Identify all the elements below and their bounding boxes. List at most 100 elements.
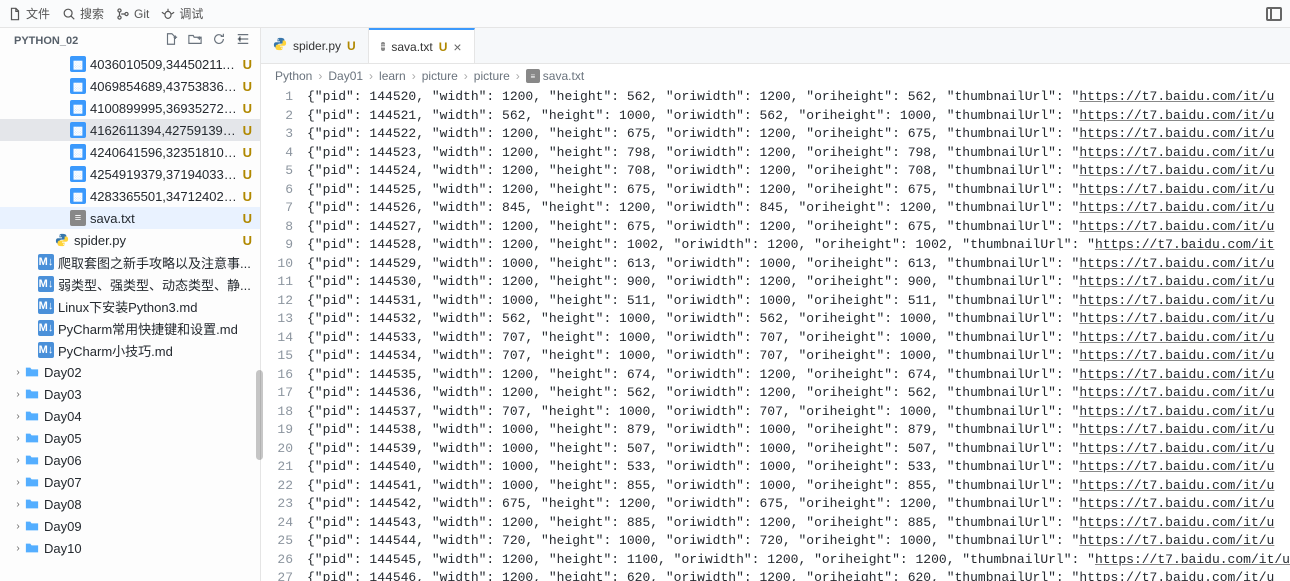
line-number: 9 bbox=[261, 236, 293, 255]
file-item[interactable]: M↓PyCharm常用快捷键和设置.md bbox=[0, 317, 260, 339]
git-menu[interactable]: Git bbox=[116, 7, 149, 21]
files-menu[interactable]: 文件 bbox=[8, 5, 50, 22]
url-text: https://t7.baidu.com/it/u bbox=[1079, 219, 1274, 234]
code-line: {"pid": 144528, "width": 1200, "height":… bbox=[307, 236, 1290, 255]
tab-label: sava.txt bbox=[391, 40, 432, 54]
sidebar: PYTHON_02 ▩4036010509,3445021118...U▩406… bbox=[0, 28, 261, 581]
url-text: https://t7.baidu.com/it/u bbox=[1079, 126, 1274, 141]
search-icon bbox=[62, 7, 76, 21]
url-text: https://t7.baidu.com/it/u bbox=[1079, 293, 1274, 308]
image-icon: ▩ bbox=[70, 144, 86, 160]
folder-item[interactable]: ›Day08 bbox=[0, 493, 260, 515]
code-line: {"pid": 144532, "width": 562, "height": … bbox=[307, 310, 1290, 329]
file-item[interactable]: M↓PyCharm小技巧.md bbox=[0, 339, 260, 361]
search-menu[interactable]: 搜索 bbox=[62, 5, 104, 22]
breadcrumb-separator: › bbox=[412, 69, 416, 83]
new-file-icon[interactable] bbox=[164, 32, 178, 49]
breadcrumb-item[interactable]: picture bbox=[474, 69, 510, 83]
code-line: {"pid": 144538, "width": 1000, "height":… bbox=[307, 421, 1290, 440]
line-number: 19 bbox=[261, 421, 293, 440]
file-item[interactable]: M↓Linux下安装Python3.md bbox=[0, 295, 260, 317]
text-file-icon: ≡ bbox=[526, 69, 540, 83]
line-number: 7 bbox=[261, 199, 293, 218]
file-item[interactable]: M↓爬取套图之新手攻略以及注意事... bbox=[0, 251, 260, 273]
code-line: {"pid": 144533, "width": 707, "height": … bbox=[307, 329, 1290, 348]
folder-item[interactable]: ›Day05 bbox=[0, 427, 260, 449]
code-line: {"pid": 144540, "width": 1000, "height":… bbox=[307, 458, 1290, 477]
file-item[interactable]: ≡ sava.txtU bbox=[0, 207, 260, 229]
file-item[interactable]: spider.pyU bbox=[0, 229, 260, 251]
python-icon bbox=[273, 37, 287, 54]
debug-menu[interactable]: 调试 bbox=[161, 5, 203, 22]
line-number: 18 bbox=[261, 403, 293, 422]
file-item[interactable]: M↓弱类型、强类型、动态类型、静... bbox=[0, 273, 260, 295]
editor-tabs: spider.pyU≡sava.txtU× bbox=[261, 28, 1290, 64]
breadcrumb-item[interactable]: Day01 bbox=[328, 69, 363, 83]
chevron-icon: › bbox=[12, 367, 24, 378]
url-text: https://t7.baidu.com/it/u bbox=[1079, 256, 1274, 271]
sidebar-scrollbar-thumb[interactable] bbox=[256, 370, 263, 460]
breadcrumb-item[interactable]: ≡sava.txt bbox=[526, 69, 584, 84]
code-area[interactable]: 1234567891011121314151617181920212223242… bbox=[261, 88, 1290, 581]
code-line: {"pid": 144545, "width": 1200, "height":… bbox=[307, 551, 1290, 570]
folder-item[interactable]: ›Day09 bbox=[0, 515, 260, 537]
image-icon: ▩ bbox=[70, 188, 86, 204]
folder-item[interactable]: ›Day02 bbox=[0, 361, 260, 383]
chevron-icon: › bbox=[12, 477, 24, 488]
folder-item[interactable]: ›Day07 bbox=[0, 471, 260, 493]
new-folder-icon[interactable] bbox=[188, 32, 202, 49]
file-item[interactable]: ▩4100899995,3693527232...U bbox=[0, 97, 260, 119]
file-item[interactable]: ▩4240641596,3235181048...U bbox=[0, 141, 260, 163]
code-line: {"pid": 144525, "width": 1200, "height":… bbox=[307, 181, 1290, 200]
url-text: https://t7.baidu.com/it/u bbox=[1079, 348, 1274, 363]
breadcrumb-item[interactable]: Python bbox=[275, 69, 312, 83]
code-line: {"pid": 144536, "width": 1200, "height":… bbox=[307, 384, 1290, 403]
editor-tab[interactable]: ≡sava.txtU× bbox=[369, 28, 475, 63]
file-tree[interactable]: ▩4036010509,3445021118...U▩4069854689,43… bbox=[0, 53, 260, 581]
text-file-icon: ≡ bbox=[70, 210, 86, 226]
folder-item[interactable]: ›Day03 bbox=[0, 383, 260, 405]
editor-tab[interactable]: spider.pyU bbox=[261, 28, 369, 63]
folder-icon bbox=[24, 452, 40, 468]
line-number: 3 bbox=[261, 125, 293, 144]
url-text: https://t7.baidu.com/it/u bbox=[1079, 108, 1274, 123]
url-text: https://t7.baidu.com/it/u bbox=[1079, 145, 1274, 160]
folder-item[interactable]: ›Day10 bbox=[0, 537, 260, 559]
vcs-status: U bbox=[239, 189, 252, 204]
collapse-icon[interactable] bbox=[236, 32, 250, 49]
file-item[interactable]: ▩4036010509,3445021118...U bbox=[0, 53, 260, 75]
close-icon[interactable]: × bbox=[453, 39, 461, 55]
folder-icon bbox=[24, 364, 40, 380]
code-line: {"pid": 144546, "width": 1200, "height":… bbox=[307, 569, 1290, 581]
line-number: 17 bbox=[261, 384, 293, 403]
vcs-status: U bbox=[239, 211, 252, 226]
line-number: 10 bbox=[261, 255, 293, 274]
panel-toggle-icon[interactable] bbox=[1266, 7, 1282, 21]
vcs-status: U bbox=[239, 233, 252, 248]
chevron-icon: › bbox=[12, 499, 24, 510]
url-text: https://t7.baidu.com/it/u bbox=[1079, 404, 1274, 419]
url-text: https://t7.baidu.com/it/u bbox=[1079, 478, 1274, 493]
refresh-icon[interactable] bbox=[212, 32, 226, 49]
code-line: {"pid": 144521, "width": 562, "height": … bbox=[307, 107, 1290, 126]
file-item[interactable]: ▩4069854689,437538368...U bbox=[0, 75, 260, 97]
item-label: Linux下安装Python3.md bbox=[58, 297, 252, 316]
breadcrumb-separator: › bbox=[369, 69, 373, 83]
folder-item[interactable]: ›Day06 bbox=[0, 449, 260, 471]
debug-icon bbox=[161, 7, 175, 21]
item-label: 爬取套图之新手攻略以及注意事... bbox=[58, 253, 252, 272]
item-label: sava.txt bbox=[90, 211, 239, 226]
item-label: 4036010509,3445021118... bbox=[90, 57, 239, 72]
file-item[interactable]: ▩4162611394,4275913936...U bbox=[0, 119, 260, 141]
file-item[interactable]: ▩4283365501,3471240222...U bbox=[0, 185, 260, 207]
git-label: Git bbox=[134, 7, 149, 21]
folder-icon bbox=[24, 474, 40, 490]
file-item[interactable]: ▩4254919379,3719403362...U bbox=[0, 163, 260, 185]
breadcrumb-item[interactable]: picture bbox=[422, 69, 458, 83]
breadcrumb-item[interactable]: learn bbox=[379, 69, 406, 83]
folder-item[interactable]: ›Day04 bbox=[0, 405, 260, 427]
line-number: 24 bbox=[261, 514, 293, 533]
text-file-icon: ≡ bbox=[381, 42, 386, 51]
code-line: {"pid": 144527, "width": 1200, "height":… bbox=[307, 218, 1290, 237]
breadcrumb: Python›Day01›learn›picture›picture›≡sava… bbox=[261, 64, 1290, 88]
